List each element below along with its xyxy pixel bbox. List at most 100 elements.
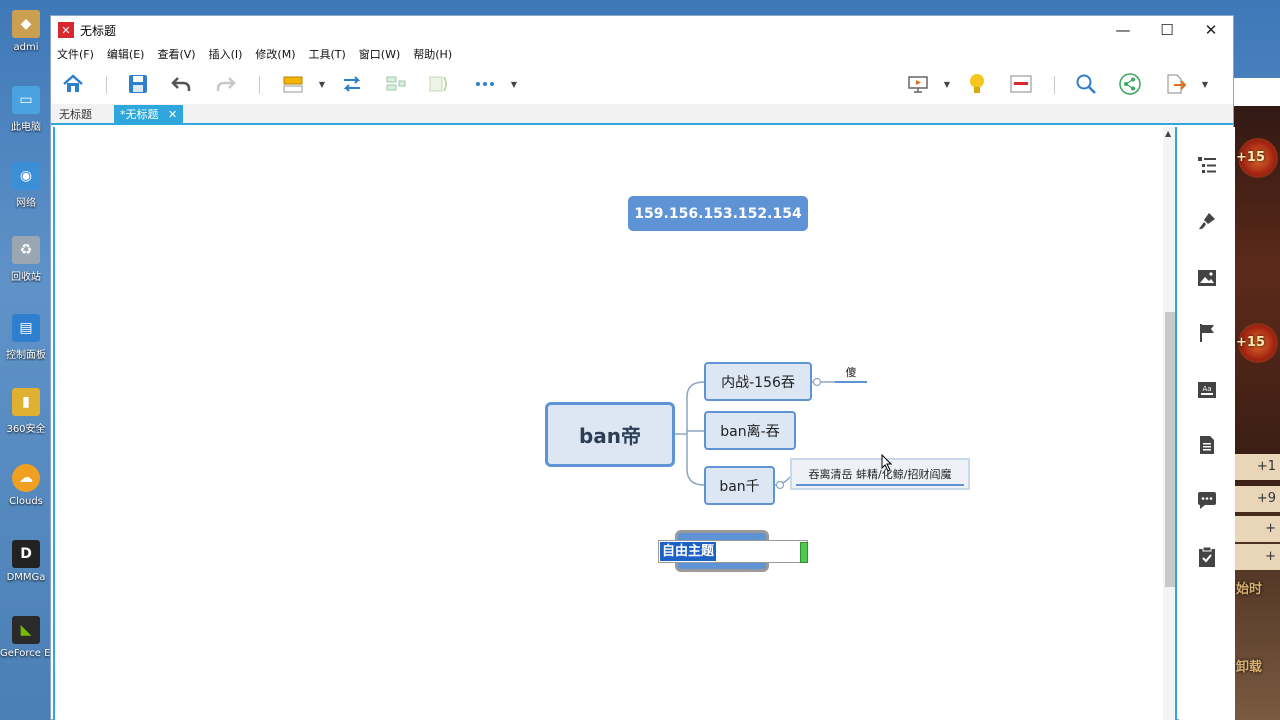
app-logo-icon: ✕ (58, 22, 74, 38)
undo-button[interactable] (168, 72, 194, 96)
boundary-button[interactable] (426, 72, 452, 96)
desktop-icon-control-panel[interactable]: ▤ 控制面板 (0, 310, 52, 382)
export-dropdown-caret[interactable]: ▼ (1200, 76, 1210, 92)
desktop-icon-label: 网络 (16, 198, 36, 209)
tab-untitled-active[interactable]: *无标题 ✕ (114, 105, 184, 125)
desktop-icon-admin[interactable]: ◆ admi (0, 6, 52, 78)
relationship-icon (343, 76, 361, 92)
menu-file[interactable]: 文件(F) (57, 46, 94, 62)
computer-icon: ▭ (12, 86, 40, 114)
menu-insert[interactable]: 插入(I) (209, 46, 243, 62)
desktop-icon-network[interactable]: ◉ 网络 (0, 158, 52, 230)
toolbar-separator (1054, 76, 1055, 94)
desktop-icon-label: Clouds (9, 496, 43, 507)
gantt-button[interactable] (1008, 72, 1034, 96)
xmind-window: ✕ 无标题 — ☐ ✕ 文件(F) 编辑(E) 查看(V) 插入(I) 修改(M… (50, 15, 1235, 720)
task-panel-button[interactable] (1195, 545, 1219, 569)
more-dropdown-caret[interactable]: ▼ (509, 76, 519, 92)
desktop-icon-recycle-bin[interactable]: ♻ 回收站 (0, 232, 52, 304)
subtopic-ban-qian[interactable]: ban千 (704, 466, 775, 505)
brainstorm-button[interactable] (964, 72, 990, 96)
summary-icon (386, 76, 406, 91)
close-button[interactable]: ✕ (1189, 16, 1233, 44)
desktop-icon-geforce[interactable]: ◣ GeForce Experien (0, 612, 52, 684)
gantt-icon (1010, 75, 1032, 93)
image-panel-button[interactable] (1195, 266, 1219, 290)
outline-panel-button[interactable] (1195, 153, 1219, 177)
topic-dropdown-caret[interactable]: ▼ (317, 76, 327, 92)
game-row: +9 (1234, 486, 1280, 512)
export-icon (1167, 74, 1187, 94)
mouse-cursor-icon (881, 454, 893, 472)
desktop-icon-360[interactable]: ▮ 360安全 (0, 384, 52, 456)
save-button[interactable] (125, 72, 151, 96)
subtopic-child-node[interactable]: 傻 (835, 363, 867, 383)
control-panel-icon: ▤ (12, 314, 40, 342)
menu-view[interactable]: 查看(V) (157, 46, 195, 62)
floating-topic[interactable]: 159.156.153.152.154 (628, 196, 808, 231)
desktop-icon-this-pc[interactable]: ▭ 此电脑 (0, 82, 52, 154)
relationship-button[interactable] (339, 72, 365, 96)
desktop-icon-label: 控制面板 (6, 350, 46, 361)
subtopic-ban-li[interactable]: ban离-吞 (704, 411, 796, 450)
background-game-window: +15 +15 +1 +9 + + 始时 卸载 (1234, 78, 1280, 720)
undo-icon (171, 77, 191, 91)
network-icon: ◉ (12, 162, 40, 190)
toolbar: ▼ ▼ ▼ ▼ (51, 64, 1233, 104)
topic-icon (283, 76, 303, 93)
minimize-button[interactable]: — (1101, 16, 1145, 44)
summary-button[interactable] (383, 72, 409, 96)
menu-edit[interactable]: 编辑(E) (107, 46, 145, 62)
resize-grip-handle[interactable] (800, 542, 808, 563)
mindmap-canvas[interactable]: 159.156.153.152.154 ban帝 内战-156吞 ban离-吞 … (53, 127, 1163, 720)
vertical-scrollbar[interactable]: ▲ (1163, 127, 1177, 720)
menu-window[interactable]: 窗口(W) (359, 46, 400, 62)
menu-modify[interactable]: 修改(M) (255, 46, 295, 62)
subtopic-civil-war[interactable]: 内战-156吞 (704, 362, 812, 401)
central-topic[interactable]: ban帝 (545, 402, 675, 467)
comments-panel-button[interactable] (1195, 489, 1219, 513)
scroll-up-icon[interactable]: ▲ (1165, 129, 1171, 138)
boundary-icon (429, 76, 447, 92)
save-icon (129, 75, 147, 93)
free-topic-edit-field[interactable]: 自由主题 (658, 540, 808, 563)
subtopic-child-editing[interactable]: 吞离清岳 蚌精/化鲸/招财阎魔 (790, 458, 970, 490)
marker-panel-button[interactable] (1195, 321, 1219, 345)
format-panel-button[interactable] (1195, 209, 1219, 233)
scroll-thumb[interactable] (1165, 312, 1175, 587)
free-topic-selected-text: 自由主题 (660, 542, 717, 561)
redo-icon (216, 77, 236, 91)
tab-label: 无标题 (59, 108, 92, 121)
home-button[interactable] (60, 72, 86, 96)
desktop-icon-dmm[interactable]: D DMMGa (0, 536, 52, 608)
window-title: 无标题 (80, 23, 117, 38)
desktop-icon-label: 此电脑 (11, 122, 41, 133)
right-side-panel: Aa (1179, 127, 1235, 720)
background-strip (1234, 78, 1280, 106)
tab-close-icon[interactable]: ✕ (168, 108, 177, 121)
tab-untitled[interactable]: 无标题 (53, 105, 98, 125)
more-button[interactable] (472, 72, 498, 96)
export-button[interactable] (1163, 72, 1189, 96)
share-button[interactable] (1117, 72, 1143, 96)
redo-button[interactable] (213, 72, 239, 96)
insert-topic-button[interactable] (280, 72, 306, 96)
desktop-icon-label: DMMGa (6, 572, 46, 583)
menu-tools[interactable]: 工具(T) (308, 46, 345, 62)
presentation-dropdown-caret[interactable]: ▼ (942, 76, 952, 92)
menu-help[interactable]: 帮助(H) (413, 46, 452, 62)
presentation-button[interactable] (905, 72, 931, 96)
user-folder-icon: ◆ (12, 10, 40, 38)
maximize-button[interactable]: ☐ (1145, 16, 1189, 44)
game-text: 卸载 (1236, 660, 1263, 675)
presentation-icon (908, 76, 928, 93)
cloud-icon: ☁ (12, 464, 40, 492)
title-bar: ✕ 无标题 — ☐ ✕ (51, 16, 1233, 44)
dmm-icon: D (12, 540, 40, 568)
search-button[interactable] (1073, 72, 1099, 96)
style-panel-button[interactable]: Aa (1195, 378, 1219, 402)
window-controls: — ☐ ✕ (1101, 16, 1233, 44)
notes-panel-button[interactable] (1195, 433, 1219, 457)
desktop-icon-clouds[interactable]: ☁ Clouds (0, 460, 52, 532)
share-icon (1119, 73, 1141, 95)
